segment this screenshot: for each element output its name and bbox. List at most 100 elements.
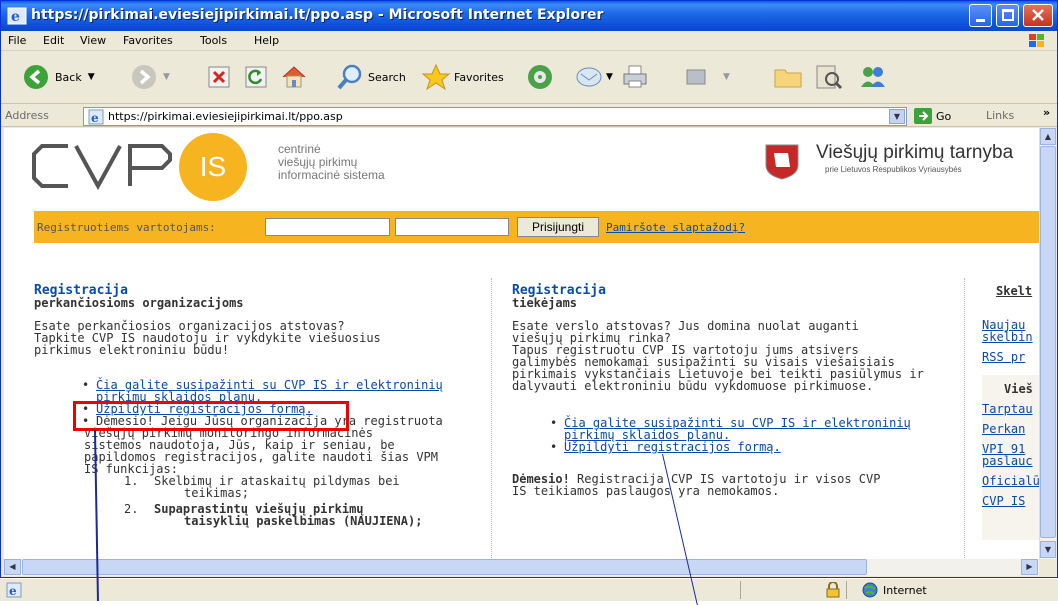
login-button[interactable]: Prisijungti — [517, 217, 599, 237]
menu-bar: File Edit View Favorites Tools Help — [1, 31, 1057, 51]
back-button[interactable]: Back ▼ — [23, 62, 95, 92]
is-logo: IS — [179, 133, 247, 201]
right-link[interactable]: Oficialū — [982, 475, 1039, 487]
right-column: Skelt Naujau skelbin RSS pr Vieš Tarptau… — [982, 285, 1039, 540]
address-label: Address — [5, 109, 49, 122]
right-link[interactable]: CVP IS — [982, 495, 1039, 507]
search-label: Search — [368, 70, 406, 84]
browser-window: e https://pirkimai.eviesiejipirkimai.lt/… — [0, 0, 1058, 578]
favorites-label: Favorites — [454, 70, 504, 84]
links-label[interactable]: Links — [986, 109, 1014, 122]
chevron-down-icon: ▼ — [163, 72, 170, 82]
column-divider — [964, 278, 965, 558]
page-icon: e — [88, 109, 104, 125]
right-link[interactable]: Perkan — [982, 423, 1039, 435]
scroll-down-arrow-icon[interactable]: ▼ — [1040, 541, 1056, 558]
messenger-button[interactable] — [858, 62, 888, 92]
right-link[interactable]: Tarptau — [982, 403, 1039, 415]
menu-edit[interactable]: Edit — [43, 34, 64, 47]
menu-favorites[interactable]: Favorites — [123, 34, 173, 47]
edit-page-icon — [686, 69, 706, 85]
stop-icon — [208, 66, 230, 88]
scroll-up-arrow-icon[interactable]: ▲ — [1040, 128, 1056, 145]
username-input[interactable] — [265, 218, 390, 236]
menu-help[interactable]: Help — [254, 34, 279, 47]
login-bar: Registruotiems vartotojams: Prisijungti … — [34, 211, 1039, 243]
address-url: https://pirkimai.eviesiejipirkimai.lt/pp… — [108, 110, 343, 123]
address-input[interactable]: e https://pirkimai.eviesiejipirkimai.lt/… — [83, 107, 907, 126]
home-button[interactable] — [280, 62, 308, 92]
left-subtitle: perkančiosioms organizacijoms — [34, 296, 244, 310]
go-button[interactable]: Go — [914, 108, 951, 124]
list-item: Čia galite susipažinti su CVP IS ir elek… — [74, 379, 484, 391]
edit-button[interactable]: ▼ — [685, 62, 730, 92]
cvp-logo — [32, 144, 172, 191]
stop-button[interactable] — [206, 62, 232, 92]
lock-icon — [826, 582, 840, 598]
forward-button[interactable]: ▼ — [131, 62, 170, 92]
maximize-button[interactable] — [996, 4, 1019, 27]
scroll-thumb[interactable] — [22, 559, 867, 575]
title-bar[interactable]: e https://pirkimai.eviesiejipirkimai.lt/… — [1, 1, 1057, 31]
windows-flag-icon — [1029, 34, 1044, 47]
print-button[interactable] — [621, 62, 649, 92]
menu-file[interactable]: File — [8, 34, 26, 47]
go-arrow-icon — [914, 108, 932, 124]
left-notice: Viešųjų pirkimų monitoringo informacinės… — [84, 426, 439, 476]
forward-arrow-icon — [132, 65, 156, 89]
scroll-left-arrow-icon[interactable]: ◀ — [4, 559, 21, 575]
search-button[interactable]: Search — [336, 62, 406, 92]
home-icon — [282, 66, 306, 88]
agency-subtitle: prie Lietuvos Respublikos Vyriausybės — [825, 165, 962, 174]
registration-form-link[interactable]: Užpildyti registracijos formą. — [564, 440, 781, 454]
password-input[interactable] — [395, 218, 509, 236]
star-icon — [421, 63, 451, 91]
chevron-down-icon: ▼ — [87, 72, 95, 82]
back-arrow-icon — [24, 65, 48, 89]
research-button[interactable] — [813, 62, 843, 92]
menu-view[interactable]: View — [80, 34, 106, 47]
standard-toolbar: Back ▼ ▼ Search Favorites ▼ ▼ — [1, 52, 1057, 104]
horizontal-scrollbar[interactable]: ◀ ▶ — [4, 559, 1039, 576]
media-button[interactable] — [527, 62, 553, 92]
right-link[interactable]: skelbin — [982, 331, 1039, 343]
login-label: Registruotiems vartotojams: — [37, 221, 216, 234]
address-bar: Address e https://pirkimai.eviesiejipirk… — [1, 105, 1057, 127]
minimize-button[interactable] — [969, 4, 992, 27]
printer-icon — [623, 65, 647, 88]
vertical-scrollbar[interactable]: ▲ ▼ — [1039, 128, 1056, 559]
close-icon — [1032, 9, 1044, 21]
scroll-thumb[interactable] — [1040, 146, 1056, 538]
menu-tools[interactable]: Tools — [200, 34, 227, 47]
chevron-right-icon[interactable]: » — [1043, 106, 1050, 119]
close-button[interactable] — [1023, 4, 1053, 27]
function-list: 1. Skelbimų ir ataskaitų pildymas bei te… — [124, 475, 484, 527]
middle-column: Registracija tiekėjams Esate verslo atst… — [512, 283, 962, 497]
sklaidos-plan-link[interactable]: Čia galite susipažinti su CVP IS ir elek… — [564, 416, 911, 430]
mail-button[interactable]: ▼ — [575, 62, 613, 92]
list-item: 2. Supaprastintų viešųjų pirkimų taisykl… — [124, 502, 423, 528]
go-label: Go — [936, 109, 952, 123]
chevron-down-icon: ▼ — [723, 72, 730, 82]
internet-globe-icon — [862, 582, 878, 598]
right-box-title: Vieš — [1004, 382, 1033, 396]
search-icon — [337, 64, 362, 90]
list-item: 1. Skelbimų ir ataskaitų pildymas bei te… — [124, 474, 400, 500]
middle-subtitle: tiekėjams — [512, 296, 578, 310]
right-link[interactable]: paslauc — [982, 455, 1039, 467]
middle-title: Registracija — [512, 283, 606, 298]
research-icon — [816, 65, 843, 90]
page-status-icon: e — [6, 582, 22, 598]
refresh-button[interactable] — [243, 62, 269, 92]
chevron-down-icon[interactable]: ▼ — [889, 109, 905, 124]
scroll-right-arrow-icon[interactable]: ▶ — [1021, 559, 1038, 575]
zone-label: Internet — [883, 584, 927, 597]
media-icon — [528, 65, 552, 89]
forgot-password-link[interactable]: Pamiršote slaptažodį? — [606, 221, 745, 234]
right-link[interactable]: RSS pr — [982, 351, 1039, 363]
right-title[interactable]: Skelt — [996, 285, 1039, 297]
discuss-button[interactable] — [773, 62, 803, 92]
favorites-button[interactable]: Favorites — [421, 62, 504, 92]
sklaidos-plan-link[interactable]: Čia galite susipažinti su CVP IS ir elek… — [96, 378, 443, 392]
window-title: https://pirkimai.eviesiejipirkimai.lt/pp… — [31, 7, 604, 23]
